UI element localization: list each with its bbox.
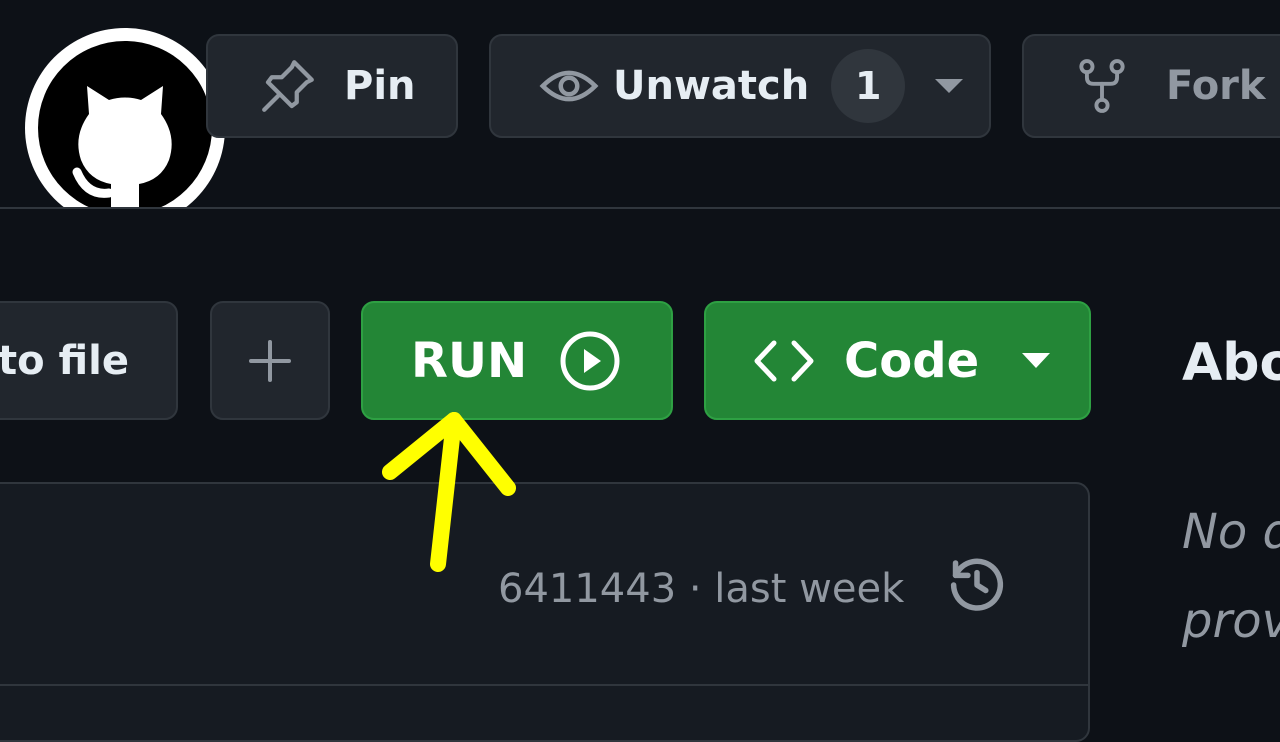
fork-label: Fork bbox=[1166, 63, 1266, 109]
pin-icon bbox=[262, 60, 314, 112]
plus-icon bbox=[249, 339, 291, 382]
repo-header: Pin Unwatch 1 Fork bbox=[0, 0, 1280, 228]
play-circle-icon bbox=[560, 331, 620, 390]
fork-icon bbox=[1079, 59, 1125, 113]
about-description-line: No d bbox=[1182, 504, 1280, 560]
fork-button[interactable]: Fork bbox=[1022, 34, 1280, 138]
code-button[interactable]: Code bbox=[704, 301, 1091, 420]
add-file-button[interactable] bbox=[210, 301, 330, 420]
github-logo-icon bbox=[25, 28, 225, 228]
eye-icon bbox=[539, 70, 599, 102]
chevron-down-icon bbox=[1022, 353, 1051, 368]
file-list-divider bbox=[0, 684, 1088, 686]
pin-button[interactable]: Pin bbox=[206, 34, 458, 138]
pin-label: Pin bbox=[344, 63, 416, 109]
run-label: RUN bbox=[411, 332, 528, 389]
about-heading: Abo bbox=[1182, 333, 1280, 393]
latest-commit-box: 6411443 · last week bbox=[0, 482, 1090, 742]
chevron-down-icon[interactable] bbox=[933, 77, 965, 95]
unwatch-label: Unwatch bbox=[613, 63, 810, 109]
about-description: No d prov bbox=[1182, 488, 1280, 666]
code-icon bbox=[754, 340, 814, 381]
code-label: Code bbox=[844, 332, 980, 389]
history-icon[interactable] bbox=[944, 552, 1010, 618]
arrow-up-icon bbox=[382, 412, 516, 572]
go-to-file-label: to file bbox=[0, 337, 130, 384]
commit-info[interactable]: 6411443 · last week bbox=[498, 566, 904, 612]
about-description-line: prov bbox=[1182, 592, 1280, 649]
watch-count-badge: 1 bbox=[831, 49, 906, 123]
unwatch-button[interactable]: Unwatch 1 bbox=[489, 34, 991, 138]
go-to-file-button[interactable]: to file bbox=[0, 301, 178, 420]
